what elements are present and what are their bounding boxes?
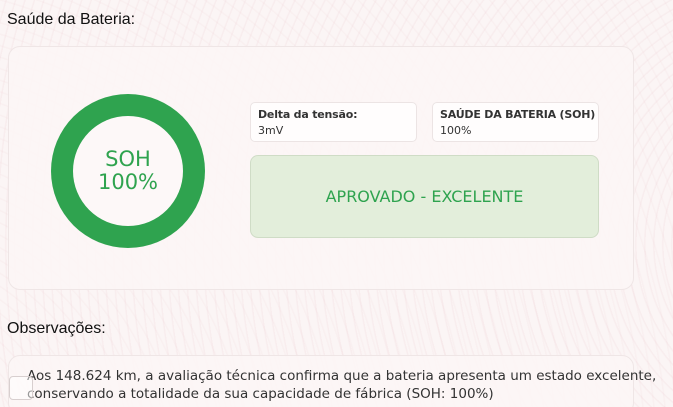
soh-gauge-label: SOH	[105, 147, 151, 171]
soh-gauge: SOH 100%	[51, 94, 205, 248]
voltage-delta-label: Delta da tensão:	[258, 108, 358, 121]
observations-line-1: Aos 148.624 km, a avaliação técnica conf…	[27, 368, 657, 384]
voltage-delta-value: 3mV	[258, 124, 284, 137]
voltage-delta-box: Delta da tensão: 3mV	[250, 102, 417, 142]
observations-title: Observações:	[7, 320, 106, 337]
observations-card: Aos 148.624 km, a avaliação técnica conf…	[8, 355, 657, 407]
soh-gauge-center: SOH 100%	[73, 116, 183, 226]
status-banner: APROVADO - EXCELENTE	[250, 155, 599, 238]
battery-health-card: SOH 100% Delta da tensão: 3mV SAÚDE DA B…	[8, 46, 634, 290]
battery-health-title: Saúde da Bateria:	[7, 11, 136, 28]
soh-box: SAÚDE DA BATERIA (SOH) 100%	[432, 102, 599, 142]
scroll-handle-widget[interactable]	[9, 376, 33, 400]
soh-value: 100%	[440, 124, 472, 137]
soh-gauge-value: 100%	[97, 170, 159, 194]
observations-text: Aos 148.624 km, a avaliação técnica conf…	[27, 367, 657, 403]
observations-line-2: conservando a totalidade da sua capacida…	[27, 386, 494, 402]
soh-label: SAÚDE DA BATERIA (SOH)	[440, 108, 596, 121]
